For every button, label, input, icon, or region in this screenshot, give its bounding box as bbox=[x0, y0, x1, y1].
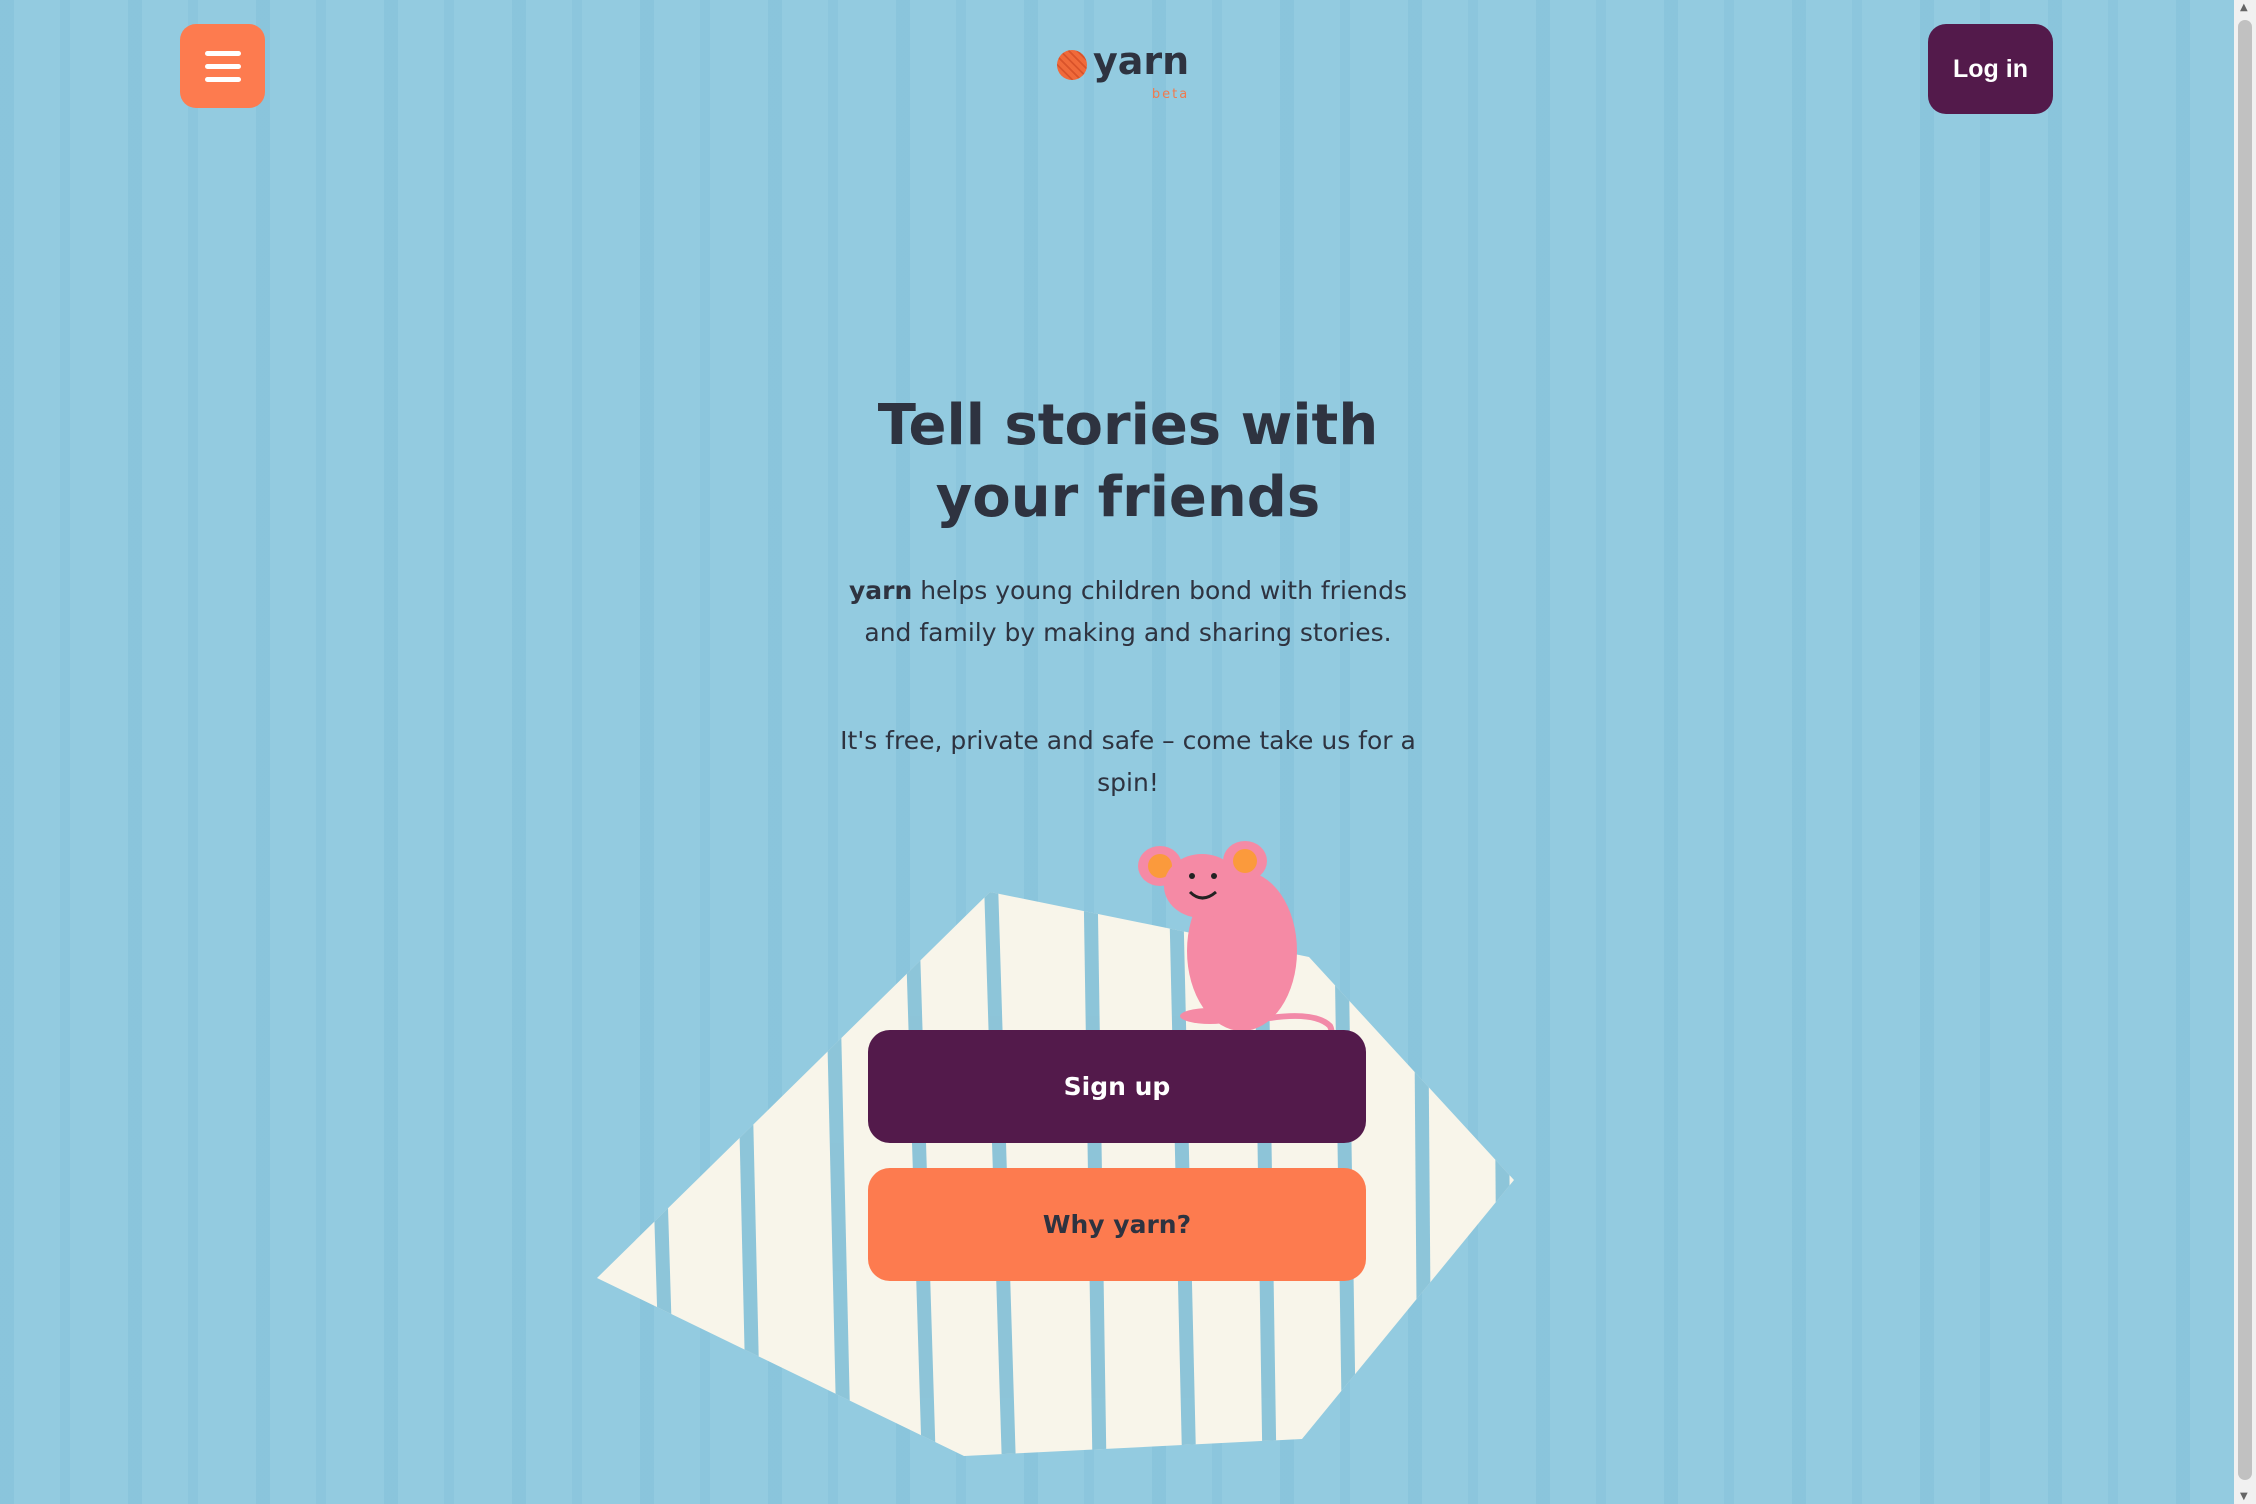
scrollbar[interactable]: ▲ ▼ bbox=[2234, 0, 2256, 1504]
signup-button[interactable]: Sign up bbox=[868, 1030, 1366, 1143]
why-yarn-button[interactable]: Why yarn? bbox=[868, 1168, 1366, 1281]
scroll-up-icon[interactable]: ▲ bbox=[2240, 2, 2248, 13]
scroll-down-icon[interactable]: ▼ bbox=[2240, 1491, 2248, 1502]
mouse-illustration bbox=[1138, 841, 1335, 1053]
scrollbar-thumb[interactable] bbox=[2238, 20, 2252, 1480]
